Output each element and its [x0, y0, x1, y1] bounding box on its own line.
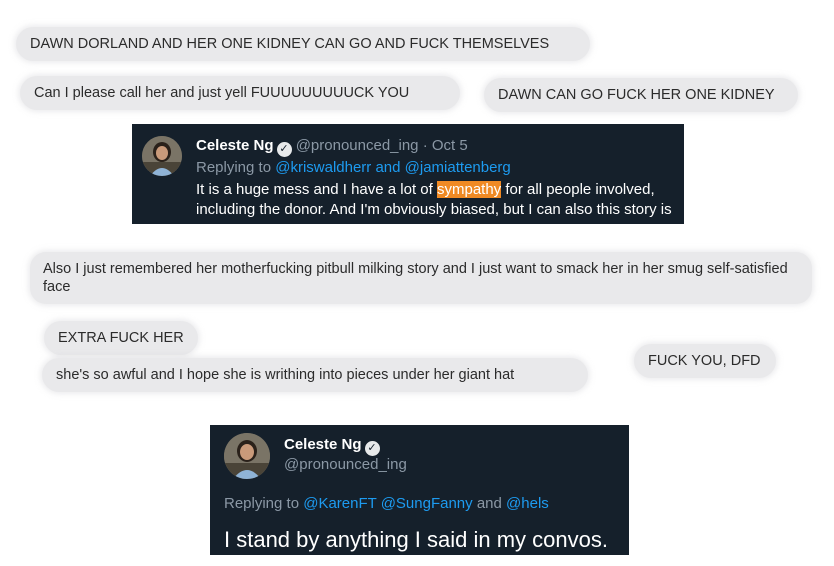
mention-link[interactable]: @SungFanny — [381, 495, 473, 512]
message-bubble: DAWN DORLAND AND HER ONE KIDNEY CAN GO A… — [16, 27, 590, 61]
message-text: Can I please call her and just yell FUUU… — [34, 85, 410, 101]
message-text: she's so awful and I hope she is writhin… — [56, 367, 515, 383]
message-text: DAWN CAN GO FUCK HER ONE KIDNEY — [498, 87, 775, 103]
tweet-card: Celeste Ng ✓ @pronounced_ing Replying to … — [210, 425, 629, 555]
message-text: FUCK YOU, DFD — [648, 353, 761, 369]
message-text: EXTRA FUCK HER — [58, 330, 184, 346]
verified-check-icon: ✓ — [276, 142, 292, 157]
author-name[interactable]: Celeste Ng — [196, 137, 274, 154]
author-name[interactable]: Celeste Ng — [284, 436, 362, 453]
message-bubble: she's so awful and I hope she is writhin… — [42, 358, 588, 392]
message-bubble: Also I just remembered her motherfucking… — [30, 252, 812, 304]
mention-link[interactable]: @hels — [506, 495, 549, 512]
search-highlight: sympathy — [436, 181, 502, 198]
reply-mentions[interactable]: @kriswaldherr and @jamiattenberg — [275, 159, 511, 176]
tweet-text-part: It is a huge mess and I have a lot of — [196, 181, 437, 198]
replying-label: Replying to — [224, 495, 304, 512]
message-bubble: DAWN CAN GO FUCK HER ONE KIDNEY — [484, 78, 798, 112]
message-bubble: EXTRA FUCK HER — [44, 321, 198, 355]
message-bubble: FUCK YOU, DFD — [634, 344, 776, 378]
message-bubble: Can I please call her and just yell FUUU… — [20, 76, 460, 110]
avatar — [142, 136, 182, 176]
author-handle[interactable]: @pronounced_ing — [296, 137, 419, 154]
mention-link[interactable]: @KarenFT — [303, 495, 376, 512]
message-text: DAWN DORLAND AND HER ONE KIDNEY CAN GO A… — [30, 36, 550, 52]
replying-label: Replying to — [196, 159, 276, 176]
verified-check-icon: ✓ — [364, 441, 380, 456]
avatar — [224, 433, 270, 479]
tweet-text: It is a huge mess and I have a lot of sy… — [196, 180, 676, 220]
author-handle[interactable]: @pronounced_ing — [284, 456, 407, 473]
tweet-card: Celeste Ng ✓ @pronounced_ing · Oct 5 Repl… — [132, 124, 684, 224]
and-label: and — [472, 495, 507, 512]
tweet-text: I stand by anything I said in my convos. — [224, 527, 608, 552]
tweet-date[interactable]: · Oct 5 — [423, 137, 468, 154]
message-text: Also I just remembered her motherfucking… — [43, 261, 788, 295]
